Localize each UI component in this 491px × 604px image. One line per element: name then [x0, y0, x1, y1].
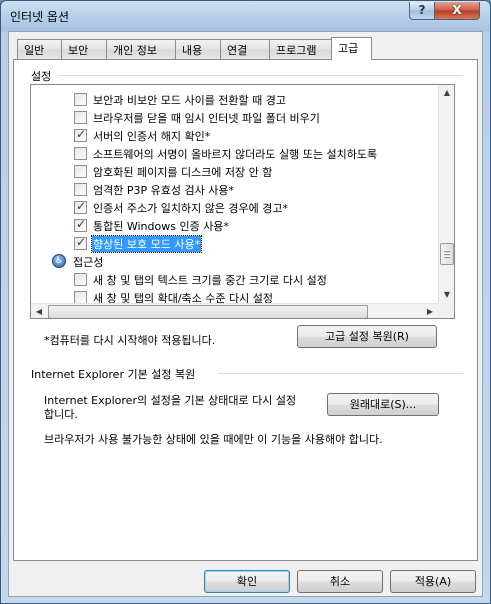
- help-icon: ?: [418, 3, 426, 17]
- list-item-label: 브라우저를 닫을 때 임시 인터넷 파일 폴더 비우기: [93, 112, 320, 125]
- scroll-left-arrow-icon[interactable]: ◀: [31, 304, 47, 318]
- tab-privacy[interactable]: 개인 정보: [106, 39, 176, 59]
- cancel-button[interactable]: 취소: [297, 570, 383, 593]
- advanced-tab-panel: 설정 보안과 비보안 모드 사이를 전환할 때 경고 브라우저를 닫을 때 임시…: [13, 59, 478, 561]
- checkbox[interactable]: [74, 165, 87, 178]
- list-item-label: 향상된 보호 모드 사용*: [90, 235, 203, 253]
- vertical-scrollbar[interactable]: ▲ ▼: [438, 85, 454, 303]
- tab-connections[interactable]: 연결: [220, 39, 270, 59]
- checkbox[interactable]: [74, 111, 87, 124]
- window-title: 인터넷 옵션: [10, 10, 70, 24]
- list-item-label: 소프트웨어의 서명이 올바르지 않더라도 실행 또는 설치하도록: [93, 148, 378, 161]
- settings-tree-list[interactable]: 보안과 비보안 모드 사이를 전환할 때 경고 브라우저를 닫을 때 임시 인터…: [30, 84, 455, 319]
- list-item-label: 통합된 Windows 인증 사용*: [93, 220, 229, 233]
- restart-footnote: *컴퓨터를 다시 시작해야 적용됩니다.: [44, 334, 216, 347]
- reset-description-line1: Internet Explorer의 설정을 기본 상태대로 다시 설정: [44, 394, 297, 407]
- accessibility-icon: ♿: [52, 254, 66, 268]
- reset-description-line2: 합니다.: [44, 408, 78, 421]
- internet-options-window: 인터넷 옵션 ? X 일반 보안 개인 정보 내용 연결 프로그램 고급 설정 …: [0, 0, 491, 604]
- checkmark-icon: ✓: [76, 217, 87, 231]
- reset-divider: [218, 373, 463, 374]
- dialog-client-area: 일반 보안 개인 정보 내용 연결 프로그램 고급 설정 보안과 비보안 모드 …: [8, 31, 483, 597]
- checkbox[interactable]: [74, 147, 87, 160]
- tab-security[interactable]: 보안: [61, 39, 107, 59]
- horizontal-scroll-thumb[interactable]: [48, 305, 368, 318]
- list-item-label: 새 창 및 탭의 텍스트 크기를 중간 크기로 다시 설정: [93, 274, 327, 287]
- checkmark-icon: ✓: [76, 127, 87, 141]
- settings-divider: [58, 75, 463, 76]
- close-button[interactable]: X: [434, 2, 480, 20]
- list-item-label: 서버의 인증서 해지 확인*: [93, 130, 211, 143]
- checkbox[interactable]: ✓: [74, 127, 87, 142]
- checkbox[interactable]: [74, 183, 87, 196]
- tab-programs[interactable]: 프로그램: [269, 39, 332, 59]
- tab-general[interactable]: 일반: [17, 39, 62, 59]
- apply-button[interactable]: 적용(A): [390, 570, 476, 593]
- close-icon: X: [452, 3, 462, 17]
- scroll-down-arrow-icon[interactable]: ▼: [439, 287, 454, 303]
- list-item-label: 엄격한 P3P 유효성 검사 사용*: [93, 184, 234, 197]
- reset-group-title: Internet Explorer 기본 설정 복원: [31, 368, 196, 381]
- grip-icon: [444, 250, 450, 258]
- scroll-right-arrow-icon[interactable]: ▶: [422, 304, 438, 318]
- list-item-label: 보안과 비보안 모드 사이를 전환할 때 경고: [93, 94, 287, 107]
- checkbox[interactable]: ✓: [74, 235, 87, 250]
- ok-button[interactable]: 확인: [204, 570, 290, 593]
- checkmark-icon: ✓: [76, 235, 87, 249]
- tab-advanced[interactable]: 고급: [331, 37, 372, 60]
- vertical-scroll-thumb[interactable]: [440, 243, 454, 265]
- help-button[interactable]: ?: [409, 2, 435, 20]
- scroll-up-arrow-icon[interactable]: ▲: [439, 85, 454, 101]
- checkbox[interactable]: [74, 273, 87, 286]
- checkmark-icon: ✓: [76, 199, 87, 213]
- horizontal-scrollbar[interactable]: ◀ ▶: [31, 303, 438, 318]
- settings-group-title: 설정: [31, 70, 52, 83]
- reset-warning: 브라우저가 사용 불가능한 상태에 있을 때에만 이 기능을 사용해야 합니다.: [44, 433, 383, 446]
- title-bar[interactable]: 인터넷 옵션 ? X: [1, 1, 490, 31]
- checkbox[interactable]: ✓: [74, 199, 87, 214]
- restore-advanced-settings-button[interactable]: 고급 설정 복원(R): [297, 325, 437, 348]
- tab-content[interactable]: 내용: [175, 39, 221, 59]
- checkbox[interactable]: ✓: [74, 217, 87, 232]
- reset-button[interactable]: 원래대로(S)...: [327, 393, 439, 416]
- category-label: 접근성: [73, 256, 104, 269]
- tab-strip: 일반 보안 개인 정보 내용 연결 프로그램 고급: [13, 37, 473, 60]
- list-item-label: 암호화된 페이지를 디스크에 저장 안 함: [93, 166, 273, 179]
- scrollbar-corner: [438, 303, 454, 318]
- list-item-label: 인증서 주소가 일치하지 않은 경우에 경고*: [93, 202, 289, 215]
- checkbox[interactable]: [74, 93, 87, 106]
